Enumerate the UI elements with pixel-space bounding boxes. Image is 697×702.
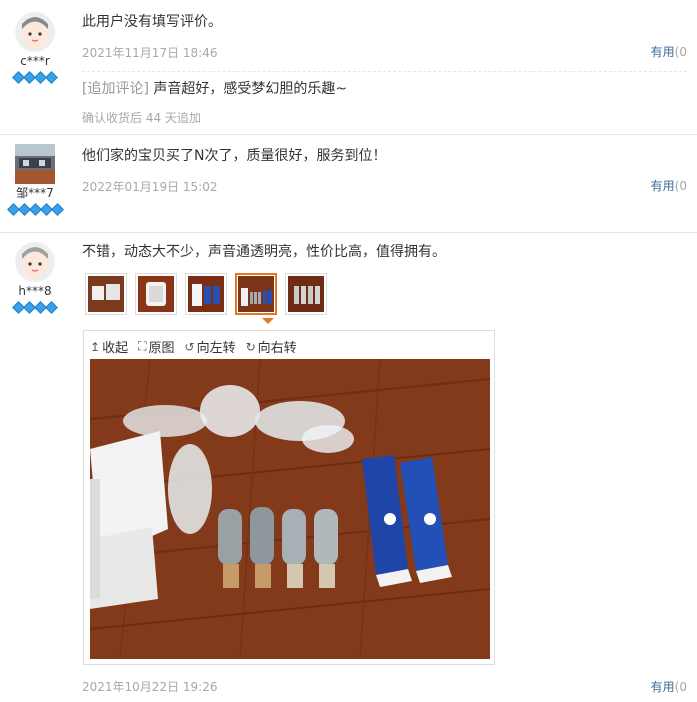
rotate-left-icon: ↺	[184, 339, 195, 354]
append-text: 声音超好，感受梦幻胆的乐趣~	[153, 81, 348, 97]
rotate-right-button[interactable]: ↻ 向右转	[245, 337, 297, 357]
rotate-right-label: 向右转	[257, 341, 297, 356]
useful-button[interactable]: 有用(0	[651, 43, 687, 60]
photo-thumbnail[interactable]	[285, 273, 327, 315]
rotate-left-label: 向左转	[196, 341, 236, 356]
rotate-left-button[interactable]: ↺ 向左转	[184, 337, 236, 357]
photo-thumbnail[interactable]	[85, 273, 127, 315]
reviewer: h***8	[0, 242, 70, 314]
reviewer-name: h***8	[18, 284, 52, 298]
useful-button[interactable]: 有用(0	[651, 678, 687, 695]
useful-count: (0	[674, 45, 687, 59]
review-text: 此用户没有填写评价。	[82, 14, 222, 30]
photo-thumbnail-active[interactable]	[235, 273, 277, 315]
collapse-label: 收起	[102, 341, 129, 356]
photo-thumbnails	[85, 273, 327, 315]
reviewer: c***r	[0, 12, 70, 84]
divider	[82, 71, 687, 72]
level-badges	[0, 71, 70, 84]
useful-label: 有用	[650, 680, 675, 694]
review-item: 邹***7 他们家的宝贝买了N次了，质量很好，服务到位！ 2022年01月19日…	[0, 134, 697, 233]
viewer-toolbar: ↥ 收起 ⛶ 原图 ↺ 向左转 ↻ 向右转	[90, 337, 297, 356]
rotate-right-icon: ↻	[245, 339, 256, 354]
level-badges	[0, 203, 70, 216]
append-review: [追加评论] 声音超好，感受梦幻胆的乐趣~	[82, 79, 687, 99]
review-item: h***8 不错，动态大不少，声音通透明亮，性价比高，值得拥有。 ↥ 收起 ⛶ …	[0, 232, 697, 702]
photo-thumbnail[interactable]	[185, 273, 227, 315]
append-tag: [追加评论]	[82, 81, 149, 97]
level-badges	[0, 301, 70, 314]
review-text: 不错，动态大不少，声音通透明亮，性价比高，值得拥有。	[82, 244, 446, 260]
useful-label: 有用	[650, 45, 675, 59]
useful-label: 有用	[650, 179, 675, 193]
review-date: 2022年01月19日 15:02	[82, 180, 218, 194]
useful-count: (0	[674, 179, 687, 193]
collapse-button[interactable]: ↥ 收起	[90, 337, 129, 357]
reviewer-name: 邹***7	[16, 186, 54, 200]
useful-button[interactable]: 有用(0	[651, 177, 687, 194]
original-image-button[interactable]: ⛶ 原图	[138, 337, 174, 356]
review-photo[interactable]	[90, 359, 490, 659]
expand-icon: ⛶	[138, 339, 147, 353]
avatar[interactable]	[15, 144, 55, 184]
reviewer-name: c***r	[20, 54, 50, 68]
review-date: 2021年10月22日 19:26	[82, 680, 218, 694]
image-viewer: ↥ 收起 ⛶ 原图 ↺ 向左转 ↻ 向右转	[83, 330, 495, 665]
arrow-up-icon: ↥	[90, 339, 101, 354]
active-thumbnail-pointer	[262, 318, 274, 324]
diamond-icon	[45, 71, 58, 84]
original-image-label: 原图	[148, 341, 175, 356]
useful-count: (0	[674, 680, 687, 694]
reviewer: 邹***7	[0, 144, 70, 216]
diamond-icon	[45, 301, 58, 314]
append-meta: 确认收货后 44 天追加	[82, 111, 201, 125]
avatar[interactable]	[15, 12, 55, 52]
photo-thumbnail[interactable]	[135, 273, 177, 315]
review-text: 他们家的宝贝买了N次了，质量很好，服务到位！	[82, 148, 387, 164]
review-item: c***r 此用户没有填写评价。 2021年11月17日 18:46 有用(0 …	[0, 0, 697, 135]
avatar[interactable]	[15, 242, 55, 282]
diamond-icon	[50, 203, 64, 216]
review-date: 2021年11月17日 18:46	[82, 46, 218, 60]
